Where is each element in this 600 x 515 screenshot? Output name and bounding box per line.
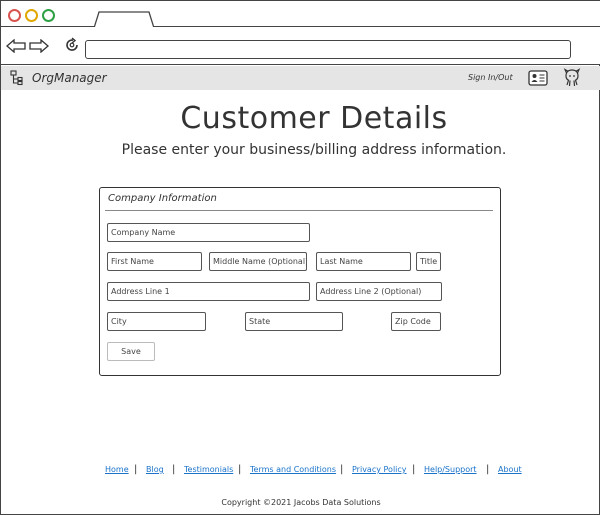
- last-name-input[interactable]: Last Name: [316, 252, 411, 271]
- org-tree-icon: [10, 70, 23, 86]
- copyright-text: Copyright ©2021 Jacobs Data Solutions: [221, 498, 381, 507]
- browser-tab[interactable]: [94, 11, 154, 28]
- octocat-icon[interactable]: [562, 68, 582, 88]
- close-window-button[interactable]: [8, 9, 21, 22]
- footer-link-about[interactable]: About: [498, 465, 522, 474]
- app-header: OrgManager Sign In/Out: [1, 66, 600, 90]
- footer-separator: |: [238, 464, 242, 475]
- company-name-input[interactable]: Company Name: [107, 223, 310, 242]
- save-button[interactable]: Save: [107, 342, 155, 361]
- title-input[interactable]: Title: [416, 252, 441, 271]
- zip-code-input[interactable]: Zip Code: [391, 312, 441, 331]
- arrow-right-icon[interactable]: [29, 39, 49, 53]
- page-title: Customer Details: [180, 101, 448, 136]
- first-name-input[interactable]: First Name: [107, 252, 202, 271]
- footer-separator: |: [340, 464, 344, 475]
- footer-link-terms[interactable]: Terms and Conditions: [250, 465, 336, 474]
- page-subtitle: Please enter your business/billing addre…: [121, 142, 507, 158]
- address-line-2-input[interactable]: Address Line 2 (Optional): [316, 282, 442, 301]
- window-titlebar: [1, 1, 600, 28]
- footer-separator: |: [134, 464, 138, 475]
- panel-title: Company Information: [108, 193, 217, 204]
- footer-link-home[interactable]: Home: [105, 465, 129, 474]
- state-input[interactable]: State: [245, 312, 343, 331]
- reload-icon[interactable]: [64, 37, 80, 53]
- url-bar[interactable]: [85, 40, 571, 59]
- panel-divider: [105, 210, 493, 211]
- company-information-panel: Company Information Company Name First N…: [99, 187, 501, 376]
- city-input[interactable]: City: [107, 312, 206, 331]
- sign-in-out-link[interactable]: Sign In/Out: [468, 73, 513, 82]
- footer-separator: |: [486, 464, 490, 475]
- footer-link-blog[interactable]: Blog: [146, 465, 164, 474]
- brand-name[interactable]: OrgManager: [32, 71, 107, 85]
- middle-name-input[interactable]: Middle Name (Optional): [209, 252, 307, 271]
- arrow-left-icon[interactable]: [6, 39, 26, 53]
- footer-link-testimonials[interactable]: Testimonials: [184, 465, 233, 474]
- address-line-1-input[interactable]: Address Line 1: [107, 282, 310, 301]
- maximize-window-button[interactable]: [42, 9, 55, 22]
- minimize-window-button[interactable]: [25, 9, 38, 22]
- footer-separator: |: [412, 464, 416, 475]
- id-card-icon[interactable]: [528, 70, 548, 86]
- browser-window: OrgManager Sign In/Out Customer Details …: [0, 0, 600, 515]
- footer-link-privacy[interactable]: Privacy Policy: [352, 465, 407, 474]
- browser-navbar: [1, 27, 600, 65]
- footer-link-help-support[interactable]: Help/Support: [424, 465, 477, 474]
- footer-separator: |: [172, 464, 176, 475]
